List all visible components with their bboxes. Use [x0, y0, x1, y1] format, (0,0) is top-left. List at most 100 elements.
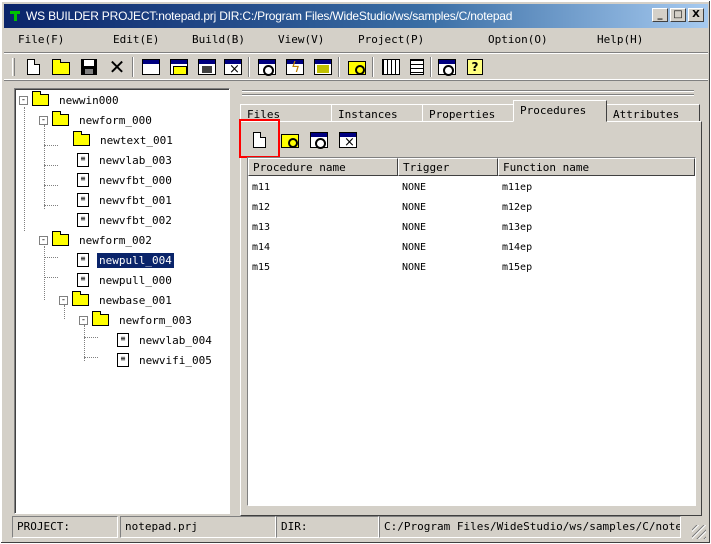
help-button[interactable]: ? [464, 57, 486, 77]
delete-procedure-button[interactable] [337, 129, 359, 151]
menu-edit[interactable]: Edit(E) [113, 33, 159, 46]
tree-node[interactable]: ≡ newpull_004 [77, 251, 174, 269]
tab-procedures[interactable]: Procedures [513, 100, 607, 122]
tab-instances[interactable]: Instances [331, 104, 423, 122]
delete-button[interactable]: ✕ [106, 57, 128, 77]
toolbar-grip[interactable] [12, 58, 15, 76]
tree-line [44, 257, 58, 258]
tree-node-label: newform_003 [119, 313, 192, 327]
cell-function-name[interactable]: m12ep [502, 202, 532, 213]
delete-procedure-icon [339, 132, 357, 150]
tree-line [44, 246, 45, 300]
save-button[interactable] [78, 57, 100, 77]
tree-node[interactable]: ≡ newpull_000 [77, 271, 174, 289]
menu-build[interactable]: Build(B) [192, 33, 245, 46]
list-icon [410, 59, 424, 75]
folder-icon [52, 231, 69, 246]
cell-function-name[interactable]: m15ep [502, 262, 532, 273]
procedure-table[interactable]: Procedure name Trigger Function name m11… [247, 157, 696, 506]
collapse-toggle[interactable]: - [39, 115, 48, 125]
tab-attributes[interactable]: Attributes [606, 104, 700, 122]
column-header-function-name[interactable]: Function name [498, 158, 695, 176]
resize-grip[interactable] [692, 525, 706, 539]
cell-procedure-name[interactable]: m12 [252, 202, 270, 213]
open-button[interactable] [50, 57, 72, 77]
tree-node[interactable]: ≡ newvfbt_001 [77, 191, 174, 209]
close-window-button[interactable] [222, 57, 244, 77]
grid-button[interactable] [380, 57, 402, 77]
tab-properties[interactable]: Properties [422, 104, 514, 122]
build-lightning-icon [286, 59, 304, 76]
cell-trigger[interactable]: NONE [402, 222, 426, 233]
collapse-toggle[interactable]: - [19, 95, 28, 105]
new-window-button[interactable] [140, 57, 162, 77]
tree-line [84, 357, 98, 358]
tree-node-label-selected: newpull_004 [97, 252, 174, 268]
list-button[interactable] [406, 57, 428, 77]
grid-icon [382, 59, 400, 75]
open-procedure-button[interactable] [279, 129, 301, 151]
tree-node[interactable]: - newwin000 [19, 91, 121, 109]
menu-option[interactable]: Option(O) [488, 33, 548, 46]
build-button[interactable] [284, 57, 306, 77]
menu-help[interactable]: Help(H) [597, 33, 643, 46]
tree-node[interactable]: ≡ newvifi_005 [117, 351, 214, 369]
open-window-button[interactable] [168, 57, 190, 77]
file-icon: ≡ [77, 193, 89, 207]
cell-function-name[interactable]: m11ep [502, 182, 532, 193]
tree-node[interactable]: ≡ newvlab_004 [117, 331, 214, 349]
cell-trigger[interactable]: NONE [402, 182, 426, 193]
new-button[interactable] [22, 57, 44, 77]
minimize-button[interactable]: _ [652, 8, 668, 22]
cell-procedure-name[interactable]: m14 [252, 242, 270, 253]
tree-node[interactable]: - newform_000 [39, 111, 154, 129]
title-bar[interactable]: WS BUILDER PROJECT:notepad.prj DIR:C:/Pr… [4, 4, 708, 28]
file-icon: ≡ [77, 253, 89, 267]
tree-node-label: newvlab_003 [99, 153, 172, 167]
collapse-toggle[interactable]: - [59, 295, 68, 305]
main-toolbar: ✕ ? [4, 52, 708, 80]
maximize-button[interactable]: □ [670, 8, 686, 22]
tree-node[interactable]: ≡ newvfbt_002 [77, 211, 174, 229]
close-button[interactable]: X [688, 8, 704, 22]
menu-view[interactable]: View(V) [278, 33, 324, 46]
cell-trigger[interactable]: NONE [402, 242, 426, 253]
tree-line [44, 205, 58, 206]
preview-button[interactable] [256, 57, 278, 77]
column-header-procedure-name[interactable]: Procedure name [248, 158, 398, 176]
tree-node[interactable]: newtext_001 [73, 131, 175, 149]
toolbar-separator [372, 57, 374, 77]
menu-file[interactable]: File(F) [18, 33, 64, 46]
toolbar-separator [430, 57, 432, 77]
find-icon [438, 59, 456, 76]
tree-node[interactable]: - newbase_001 [59, 291, 174, 309]
edit-window-button[interactable] [312, 57, 334, 77]
object-tree[interactable]: - newwin000 - newform_000 newtext_001 ≡ … [14, 88, 230, 514]
cell-procedure-name[interactable]: m11 [252, 182, 270, 193]
tree-node[interactable]: - newform_002 [39, 231, 154, 249]
menu-project[interactable]: Project(P) [358, 33, 424, 46]
tree-line [44, 165, 58, 166]
status-dir-label: DIR: [276, 516, 379, 538]
cell-procedure-name[interactable]: m15 [252, 262, 270, 273]
folder-icon [52, 111, 69, 126]
find-button[interactable] [436, 57, 458, 77]
menu-bar: File(F) Edit(E) Build(B) View(V) Project… [4, 30, 708, 50]
cell-trigger[interactable]: NONE [402, 262, 426, 273]
cell-trigger[interactable]: NONE [402, 202, 426, 213]
cell-function-name[interactable]: m14ep [502, 242, 532, 253]
tree-node[interactable]: - newform_003 [79, 311, 194, 329]
tree-line [84, 337, 98, 338]
edit-procedure-button[interactable] [308, 129, 330, 151]
collapse-toggle[interactable]: - [39, 235, 48, 245]
cell-procedure-name[interactable]: m13 [252, 222, 270, 233]
column-header-trigger[interactable]: Trigger [398, 158, 498, 176]
tree-node[interactable]: ≡ newvfbt_000 [77, 171, 174, 189]
cell-function-name[interactable]: m13ep [502, 222, 532, 233]
tree-node[interactable]: ≡ newvlab_003 [77, 151, 174, 169]
file-icon: ≡ [117, 333, 129, 347]
collapse-toggle[interactable]: - [79, 315, 88, 325]
save-window-button[interactable] [196, 57, 218, 77]
tree-node-label: newvlab_004 [139, 333, 212, 347]
search-folder-button[interactable] [346, 57, 368, 77]
